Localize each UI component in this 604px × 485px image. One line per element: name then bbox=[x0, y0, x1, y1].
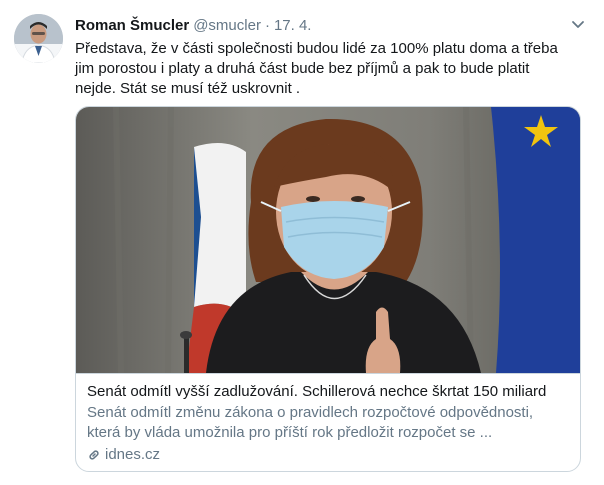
chevron-down-icon[interactable] bbox=[570, 16, 586, 32]
separator: · bbox=[264, 17, 270, 34]
card-body[interactable]: Senát odmítl vyšší zadlužování. Schiller… bbox=[76, 373, 580, 471]
avatar[interactable] bbox=[14, 14, 63, 63]
photo-woman-in-face-mask bbox=[76, 107, 580, 374]
card-description: Senát odmítl změnu zákona o pravidlech r… bbox=[87, 404, 534, 441]
link-card[interactable]: Senát odmítl vyšší zadlužování. Schiller… bbox=[75, 106, 581, 472]
tweet-text: Představa, že v části společnosti budou … bbox=[75, 40, 558, 97]
card-image[interactable] bbox=[76, 107, 580, 374]
link-icon bbox=[87, 448, 101, 462]
avatar-photo bbox=[14, 14, 63, 63]
tweet-date[interactable]: 17. 4. bbox=[274, 17, 312, 34]
tweet-header: Roman Šmucler @smucler · 17. 4. bbox=[75, 16, 584, 36]
author-name[interactable]: Roman Šmucler bbox=[75, 17, 189, 34]
card-domain-text[interactable]: idnes.cz bbox=[105, 445, 160, 465]
tweet: Roman Šmucler @smucler · 17. 4. Představa, … bbox=[0, 0, 604, 485]
card-title[interactable]: Senát odmítl vyšší zadlužování. Schiller… bbox=[87, 382, 570, 402]
card-domain[interactable]: idnes.cz bbox=[87, 445, 570, 465]
author-handle[interactable]: @smucler bbox=[193, 17, 261, 34]
